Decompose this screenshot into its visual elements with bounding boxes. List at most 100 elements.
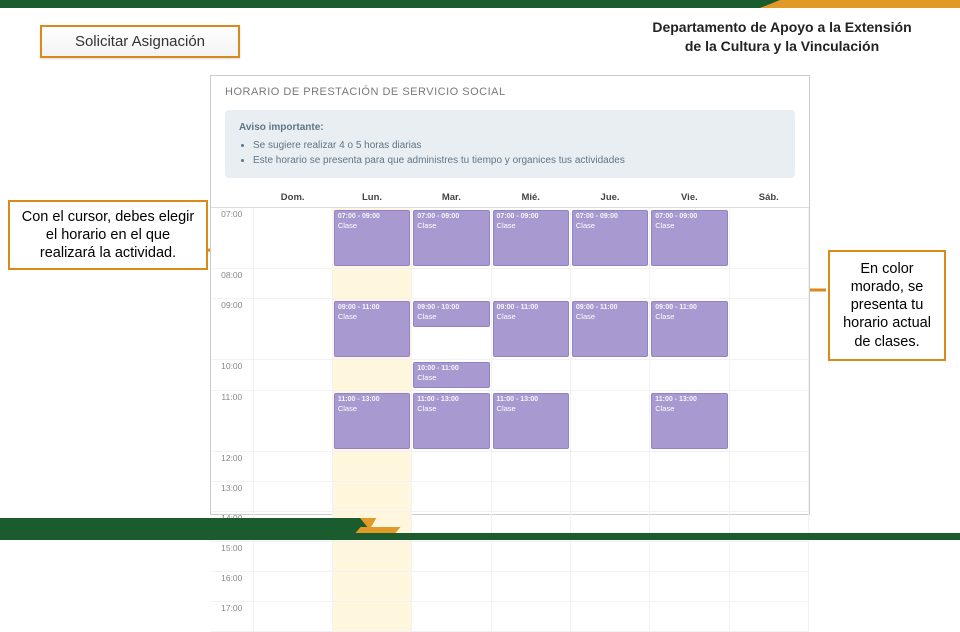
dept-line1: Departamento de Apoyo a la Extensión [652,19,911,35]
calendar-column-header: Vie. [650,188,729,208]
class-block[interactable]: 10:00 - 11:00Clase [413,362,489,388]
class-block[interactable]: 09:00 - 11:00Clase [572,301,648,357]
time-label: 08:00 [211,269,253,299]
calendar-cell[interactable] [412,269,491,299]
calendar-cell[interactable] [570,452,649,482]
calendar-cell[interactable] [253,542,332,572]
calendar-cell[interactable] [650,572,729,602]
calendar-cell[interactable] [650,602,729,632]
calendar-cell[interactable] [253,572,332,602]
calendar-cell[interactable]: 07:00 - 09:00Clase [412,208,491,269]
calendar-cell[interactable] [253,452,332,482]
calendar-cell[interactable] [491,572,570,602]
calendar-cell[interactable]: 07:00 - 09:00Clase [650,208,729,269]
calendar-cell[interactable] [570,360,649,391]
calendar-cell[interactable] [491,269,570,299]
calendar-cell[interactable] [253,208,332,269]
calendar-cell[interactable] [253,269,332,299]
calendar-cell[interactable] [729,208,808,269]
callout-right-text: En color morado, se presenta tu horario … [843,261,931,350]
calendar-column-header: Dom. [253,188,332,208]
calendar-cell[interactable] [332,452,411,482]
calendar-cell[interactable] [332,269,411,299]
class-block[interactable]: 07:00 - 09:00Clase [651,210,727,266]
calendar-cell[interactable]: 10:00 - 11:00Clase [412,360,491,391]
calendar-cell[interactable] [253,482,332,512]
calendar-cell[interactable]: 09:00 - 11:00Clase [332,299,411,360]
calendar-cell[interactable]: 07:00 - 09:00Clase [332,208,411,269]
notice-item: Este horario se presenta para que admini… [253,153,781,168]
class-block[interactable]: 11:00 - 13:00Clase [413,393,489,449]
calendar-cell[interactable] [491,482,570,512]
calendar-cell[interactable] [570,602,649,632]
calendar-cell[interactable] [729,391,808,452]
calendar-cell[interactable] [253,360,332,391]
calendar-cell[interactable] [491,542,570,572]
calendar-cell[interactable] [650,360,729,391]
calendar-cell[interactable] [412,482,491,512]
calendar-cell[interactable] [491,452,570,482]
calendar-cell[interactable] [729,482,808,512]
calendar-cell[interactable]: 11:00 - 13:00Clase [412,391,491,452]
bottom-decor-stripe [0,518,960,540]
calendar-cell[interactable] [332,360,411,391]
calendar-cell[interactable] [729,572,808,602]
calendar-cell[interactable] [491,602,570,632]
notice-item: Se sugiere realizar 4 o 5 horas diarias [253,138,781,153]
calendar-cell[interactable] [729,299,808,360]
calendar-cell[interactable] [570,572,649,602]
class-block[interactable]: 07:00 - 09:00Clase [413,210,489,266]
class-block[interactable]: 11:00 - 13:00Clase [651,393,727,449]
calendar-cell[interactable]: 11:00 - 13:00Clase [332,391,411,452]
calendar-cell[interactable]: 11:00 - 13:00Clase [650,391,729,452]
calendar-cell[interactable] [253,299,332,360]
class-block[interactable]: 11:00 - 13:00Clase [493,393,569,449]
calendar-cell[interactable] [729,452,808,482]
class-block[interactable]: 09:00 - 10:00Clase [413,301,489,327]
calendar-column-header: Sáb. [729,188,808,208]
calendar-cell[interactable] [650,542,729,572]
calendar-cell[interactable] [253,602,332,632]
calendar-cell[interactable] [491,360,570,391]
class-block[interactable]: 09:00 - 11:00Clase [651,301,727,357]
solicitar-asignacion-button[interactable]: Solicitar Asignación [40,25,240,58]
calendar-cell[interactable] [570,482,649,512]
calendar-cell[interactable] [332,482,411,512]
calendar-cell[interactable] [650,269,729,299]
time-label: 09:00 [211,299,253,360]
time-label: 15:00 [211,542,253,572]
calendar-cell[interactable] [729,269,808,299]
top-decor-stripe [0,0,960,8]
class-block[interactable]: 11:00 - 13:00Clase [334,393,410,449]
calendar-cell[interactable] [729,602,808,632]
calendar-cell[interactable] [332,572,411,602]
calendar-cell[interactable] [570,269,649,299]
calendar-cell[interactable]: 09:00 - 11:00Clase [491,299,570,360]
class-block[interactable]: 07:00 - 09:00Clase [493,210,569,266]
calendar-cell[interactable] [332,602,411,632]
schedule-screenshot-panel: HORARIO DE PRESTACIÓN DE SERVICIO SOCIAL… [210,75,810,515]
class-block[interactable]: 07:00 - 09:00Clase [572,210,648,266]
calendar-cell[interactable]: 09:00 - 11:00Clase [570,299,649,360]
calendar-cell[interactable] [412,452,491,482]
calendar-cell[interactable] [570,391,649,452]
calendar-cell[interactable]: 11:00 - 13:00Clase [491,391,570,452]
calendar-cell[interactable] [412,602,491,632]
calendar-cell[interactable] [412,572,491,602]
calendar-cell[interactable]: 07:00 - 09:00Clase [491,208,570,269]
calendar-cell[interactable] [729,360,808,391]
class-block[interactable]: 07:00 - 09:00Clase [334,210,410,266]
calendar-cell[interactable]: 09:00 - 10:00Clase [412,299,491,360]
calendar-cell[interactable]: 07:00 - 09:00Clase [570,208,649,269]
calendar-cell[interactable] [650,482,729,512]
calendar-cell[interactable] [253,391,332,452]
calendar-grid[interactable]: Dom.Lun.Mar.Mié.Jue.Vie.Sáb. 07:0007:00 … [211,188,809,632]
class-block[interactable]: 09:00 - 11:00Clase [493,301,569,357]
calendar-cell[interactable]: 09:00 - 11:00Clase [650,299,729,360]
calendar-cell[interactable] [570,542,649,572]
calendar-cell[interactable] [332,542,411,572]
calendar-cell[interactable] [729,542,808,572]
calendar-cell[interactable] [650,452,729,482]
class-block[interactable]: 09:00 - 11:00Clase [334,301,410,357]
calendar-cell[interactable] [412,542,491,572]
